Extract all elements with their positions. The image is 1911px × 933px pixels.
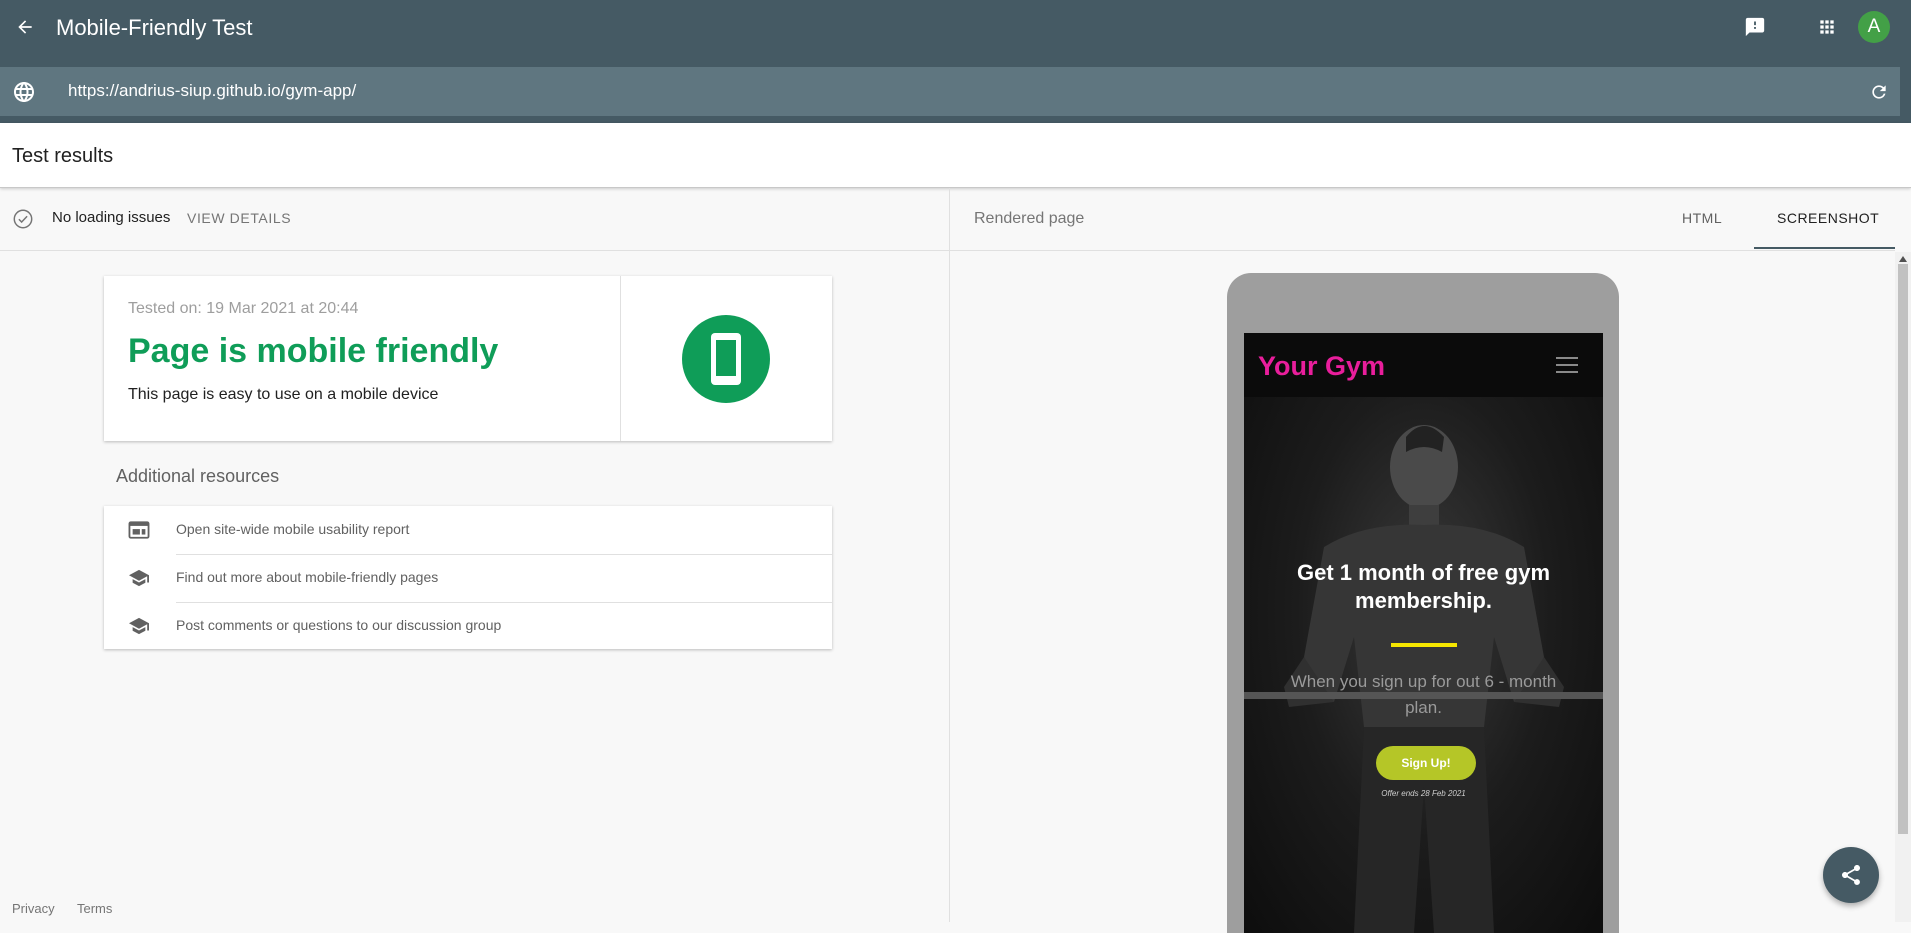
terms-link[interactable]: Terms <box>77 901 112 916</box>
verdict-description: This page is easy to use on a mobile dev… <box>128 386 439 403</box>
url-bar <box>0 67 1900 116</box>
resource-label: Find out more about mobile-friendly page… <box>176 569 439 585</box>
school-icon <box>129 569 149 587</box>
tested-on-date: Tested on: 19 Mar 2021 at 20:44 <box>128 300 359 317</box>
preview-logo: Your Gym <box>1258 351 1386 381</box>
resource-label: Post comments or questions to our discus… <box>176 617 502 633</box>
refresh-icon <box>1872 85 1886 99</box>
card-divider <box>620 276 621 441</box>
rendered-page-pane: Rendered page HTML SCREENSHOT Your Gym G… <box>950 188 1911 933</box>
check-circle-icon <box>13 209 33 229</box>
rendered-page-header: Rendered page HTML SCREENSHOT <box>950 188 1895 251</box>
privacy-link[interactable]: Privacy <box>12 901 55 916</box>
apps-grid-icon <box>1820 20 1834 34</box>
apps-button[interactable] <box>1812 12 1842 42</box>
verdict-title: Page is mobile friendly <box>128 332 499 370</box>
title-row: Mobile-Friendly Test A <box>0 0 1911 56</box>
tab-html[interactable]: HTML <box>1682 210 1722 226</box>
preview-signup-button: Sign Up! <box>1376 746 1476 780</box>
scrollbar-thumb[interactable] <box>1898 264 1908 834</box>
preview-accent-line <box>1391 643 1457 647</box>
refresh-button[interactable] <box>1865 78 1893 106</box>
app-bar: Mobile-Friendly Test A <box>0 0 1911 123</box>
app-title: Mobile-Friendly Test <box>56 15 253 40</box>
feedback-icon <box>1745 17 1765 37</box>
results-title: Test results <box>12 145 114 167</box>
share-button[interactable] <box>1823 847 1879 903</box>
result-card: Tested on: 19 Mar 2021 at 20:44 Page is … <box>104 276 832 441</box>
bodybuilder-photo <box>1244 425 1603 933</box>
resource-usability-report[interactable]: Open site-wide mobile usability report <box>104 506 832 554</box>
resource-mobile-friendly-info[interactable]: Find out more about mobile-friendly page… <box>104 554 832 602</box>
url-input[interactable] <box>68 77 1828 105</box>
feedback-button[interactable] <box>1740 12 1770 42</box>
hamburger-menu-icon <box>1556 357 1578 373</box>
back-arrow-icon <box>18 20 32 34</box>
phone-preview-frame: Your Gym Get 1 month of free gym members… <box>1227 273 1619 933</box>
rendered-page-title: Rendered page <box>974 210 1085 227</box>
rendered-screenshot: Your Gym Get 1 month of free gym members… <box>1244 333 1603 933</box>
preview-navbar: Your Gym <box>1244 333 1603 397</box>
preview-hero: Get 1 month of free gym membership. When… <box>1244 397 1603 933</box>
globe-icon <box>14 82 34 102</box>
results-pane: No loading issues VIEW DETAILS Tested on… <box>0 188 950 922</box>
smartphone-icon <box>711 333 741 385</box>
preview-heading: Get 1 month of free gym membership. <box>1296 560 1551 613</box>
active-tab-indicator <box>1754 247 1895 249</box>
preview-subtext: When you sign up for out 6 - month plan. <box>1290 672 1557 717</box>
resources-list: Open site-wide mobile usability report F… <box>104 506 832 649</box>
resource-label: Open site-wide mobile usability report <box>176 521 410 537</box>
preview-scrollbar[interactable] <box>1895 252 1911 922</box>
preview-offer-text: Offer ends 28 Feb 2021 <box>1381 789 1466 798</box>
loading-status-text: No loading issues <box>52 209 171 226</box>
view-details-link[interactable]: VIEW DETAILS <box>187 210 291 226</box>
results-header: Test results <box>0 123 1911 188</box>
additional-resources-heading: Additional resources <box>116 466 280 486</box>
loading-status-row: No loading issues VIEW DETAILS <box>0 188 949 251</box>
account-avatar[interactable]: A <box>1858 11 1890 43</box>
tab-screenshot[interactable]: SCREENSHOT <box>1777 210 1879 226</box>
share-icon <box>1842 865 1860 885</box>
back-button[interactable] <box>10 12 40 42</box>
mobile-friendly-badge <box>682 315 770 403</box>
scroll-up-arrow-icon[interactable] <box>1899 256 1907 262</box>
report-icon <box>128 521 150 539</box>
resource-discussion-group[interactable]: Post comments or questions to our discus… <box>104 602 832 650</box>
school-icon <box>129 617 149 635</box>
